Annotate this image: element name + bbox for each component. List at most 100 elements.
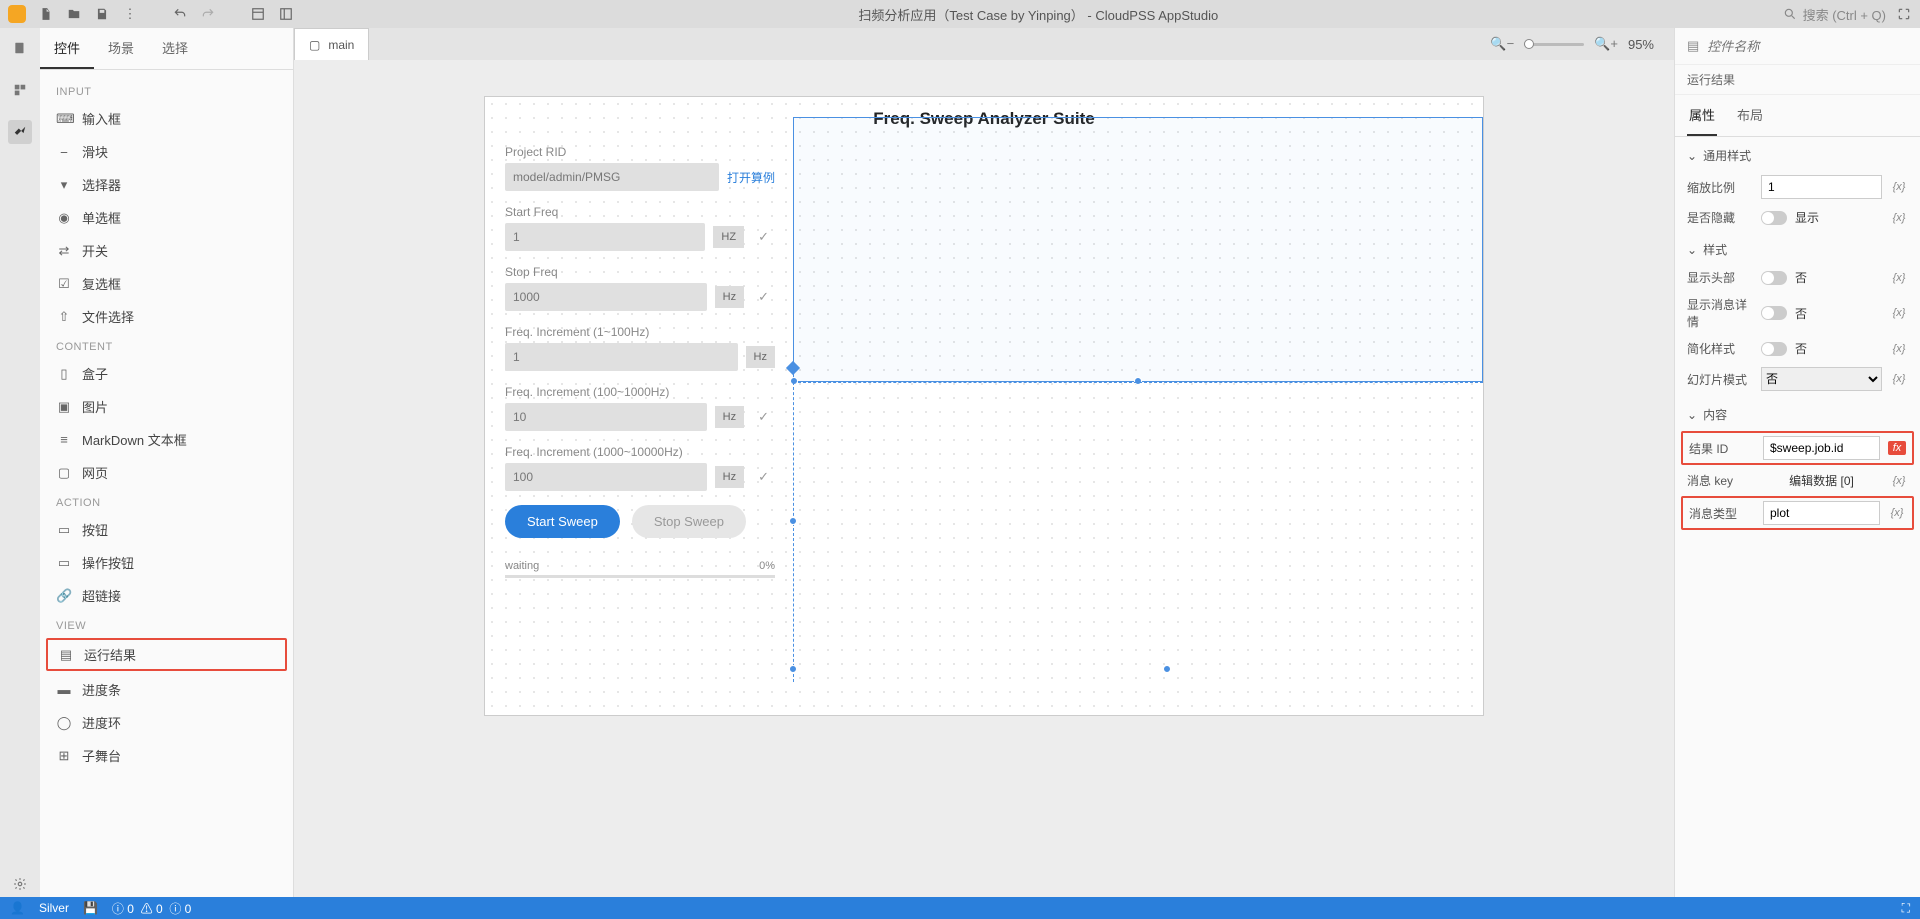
lp-item-sub-stage[interactable]: ⊞子舞台 xyxy=(40,739,293,772)
rp-section-general[interactable]: ⌄通用样式 xyxy=(1675,137,1920,170)
lp-tab-scenes[interactable]: 场景 xyxy=(94,28,148,69)
selection-handle[interactable] xyxy=(789,665,797,673)
selection-handle[interactable] xyxy=(1163,665,1171,673)
fullscreen-icon[interactable] xyxy=(1896,6,1912,22)
lp-item-progress-ring[interactable]: ◯进度环 xyxy=(40,706,293,739)
label-inc2: Freq. Increment (100~1000Hz) xyxy=(505,385,775,399)
zoom-slider[interactable] xyxy=(1524,43,1584,46)
selection-handle[interactable] xyxy=(789,517,797,525)
lp-item-input-box[interactable]: ⌨输入框 xyxy=(40,102,293,135)
switch-icon: ⇄ xyxy=(56,243,72,259)
lp-item-file-select[interactable]: ⇧文件选择 xyxy=(40,300,293,333)
center-area: ▢ main 🔍− 🔍+ 95% Freq. Sweep Analyzer Su… xyxy=(294,28,1674,904)
lp-item-selector[interactable]: ▾选择器 xyxy=(40,168,293,201)
input-project-rid[interactable] xyxy=(505,163,719,191)
layout2-icon[interactable] xyxy=(278,6,294,22)
fx-button[interactable]: {x} xyxy=(1890,181,1908,193)
fx-button[interactable]: {x} xyxy=(1888,507,1906,519)
undo-icon[interactable] xyxy=(172,6,188,22)
selection-outline[interactable] xyxy=(793,117,1483,382)
lp-item-slider[interactable]: ⎯滑块 xyxy=(40,135,293,168)
fx-button[interactable]: {x} xyxy=(1890,373,1908,385)
zoom-out-icon[interactable]: 🔍− xyxy=(1490,36,1514,52)
lp-item-switch[interactable]: ⇄开关 xyxy=(40,234,293,267)
new-file-icon[interactable] xyxy=(38,6,54,22)
fx-button-active[interactable]: fx xyxy=(1888,441,1906,455)
msg-key-value[interactable]: 编辑数据 [0] xyxy=(1761,472,1882,489)
checkbox-icon: ☑ xyxy=(56,276,72,292)
input-start-freq[interactable] xyxy=(505,223,705,251)
select-slideshow[interactable]: 否 xyxy=(1761,367,1882,391)
label-inc3: Freq. Increment (1000~10000Hz) xyxy=(505,445,775,459)
lp-item-button[interactable]: ▭按钮 xyxy=(40,513,293,546)
lp-tab-select[interactable]: 选择 xyxy=(148,28,202,69)
save-icon[interactable] xyxy=(94,6,110,22)
lp-item-markdown[interactable]: ≡MarkDown 文本框 xyxy=(40,423,293,456)
link-open-case[interactable]: 打开算例 xyxy=(727,169,775,186)
activity-bar xyxy=(0,28,40,904)
start-sweep-button[interactable]: Start Sweep xyxy=(505,505,620,538)
widget-name-input[interactable] xyxy=(1707,39,1908,54)
design-canvas[interactable]: Freq. Sweep Analyzer Suite Project RID 打… xyxy=(484,96,1484,716)
disk-icon[interactable]: 💾 xyxy=(83,901,98,915)
label-project-rid: Project RID xyxy=(505,145,775,159)
file-tab-main[interactable]: ▢ main xyxy=(294,28,369,60)
redo-icon[interactable] xyxy=(200,6,216,22)
lp-item-run-result[interactable]: ▤运行结果 xyxy=(46,638,287,671)
global-search[interactable]: 搜索 (Ctrl + Q) xyxy=(1783,5,1886,24)
unit-stop-freq: Hz xyxy=(715,286,744,308)
input-inc1[interactable] xyxy=(505,343,738,371)
more-icon[interactable]: ⋮ xyxy=(122,6,138,22)
toggle-hidden[interactable] xyxy=(1761,211,1787,225)
selection-handle[interactable] xyxy=(786,361,800,375)
expand-icon[interactable]: ⛶ xyxy=(1902,901,1910,916)
lp-item-box[interactable]: ▯盒子 xyxy=(40,357,293,390)
selection-handle[interactable] xyxy=(790,377,798,385)
search-placeholder: 搜索 (Ctrl + Q) xyxy=(1803,5,1886,24)
lp-item-progress-bar[interactable]: ▬进度条 xyxy=(40,673,293,706)
fx-button[interactable]: {x} xyxy=(1890,212,1908,224)
lp-item-hyperlink[interactable]: 🔗超链接 xyxy=(40,579,293,612)
toggle-show-header[interactable] xyxy=(1761,271,1787,285)
ab-settings-icon[interactable] xyxy=(8,872,32,896)
stop-sweep-button[interactable]: Stop Sweep xyxy=(632,505,746,538)
lp-item-action-button[interactable]: ▭操作按钮 xyxy=(40,546,293,579)
lp-item-image[interactable]: ▣图片 xyxy=(40,390,293,423)
layout1-icon[interactable] xyxy=(250,6,266,22)
rp-section-style[interactable]: ⌄样式 xyxy=(1675,231,1920,264)
form-area: Project RID 打开算例 Start Freq HZ ✓ xyxy=(505,145,775,578)
fx-button[interactable]: {x} xyxy=(1890,475,1908,487)
toggle-simple[interactable] xyxy=(1761,342,1787,356)
file-icon: ▢ xyxy=(309,38,320,52)
rp-tab-layout[interactable]: 布局 xyxy=(1735,95,1765,136)
file-tab-label: main xyxy=(328,38,354,52)
chevron-down-icon: ⌄ xyxy=(1687,408,1697,422)
lp-item-radio[interactable]: ◉单选框 xyxy=(40,201,293,234)
fx-button[interactable]: {x} xyxy=(1890,272,1908,284)
fx-button[interactable]: {x} xyxy=(1890,343,1908,355)
input-inc2[interactable] xyxy=(505,403,707,431)
guide-line xyxy=(793,382,1483,383)
rp-section-content[interactable]: ⌄内容 xyxy=(1675,396,1920,429)
toggle-show-detail[interactable] xyxy=(1761,306,1787,320)
fx-button[interactable]: {x} xyxy=(1890,307,1908,319)
user-icon[interactable]: 👤 xyxy=(10,901,25,915)
selection-handle[interactable] xyxy=(1134,377,1142,385)
ab-tools-icon[interactable] xyxy=(8,120,32,144)
open-folder-icon[interactable] xyxy=(66,6,82,22)
input-inc3[interactable] xyxy=(505,463,707,491)
input-msg-type[interactable] xyxy=(1763,501,1880,525)
stage-icon: ⊞ xyxy=(56,748,72,764)
ab-pages-icon[interactable] xyxy=(8,36,32,60)
lp-item-webpage[interactable]: ▢网页 xyxy=(40,456,293,489)
label-show-detail: 显示消息详情 xyxy=(1687,296,1753,330)
input-stop-freq[interactable] xyxy=(505,283,707,311)
lp-item-checkbox[interactable]: ☑复选框 xyxy=(40,267,293,300)
lp-tab-widgets[interactable]: 控件 xyxy=(40,28,94,69)
label-result-id: 结果 ID xyxy=(1689,440,1755,457)
rp-tab-props[interactable]: 属性 xyxy=(1687,95,1717,136)
input-result-id[interactable] xyxy=(1763,436,1880,460)
input-scale[interactable] xyxy=(1761,175,1882,199)
zoom-in-icon[interactable]: 🔍+ xyxy=(1594,36,1618,52)
ab-components-icon[interactable] xyxy=(8,78,32,102)
